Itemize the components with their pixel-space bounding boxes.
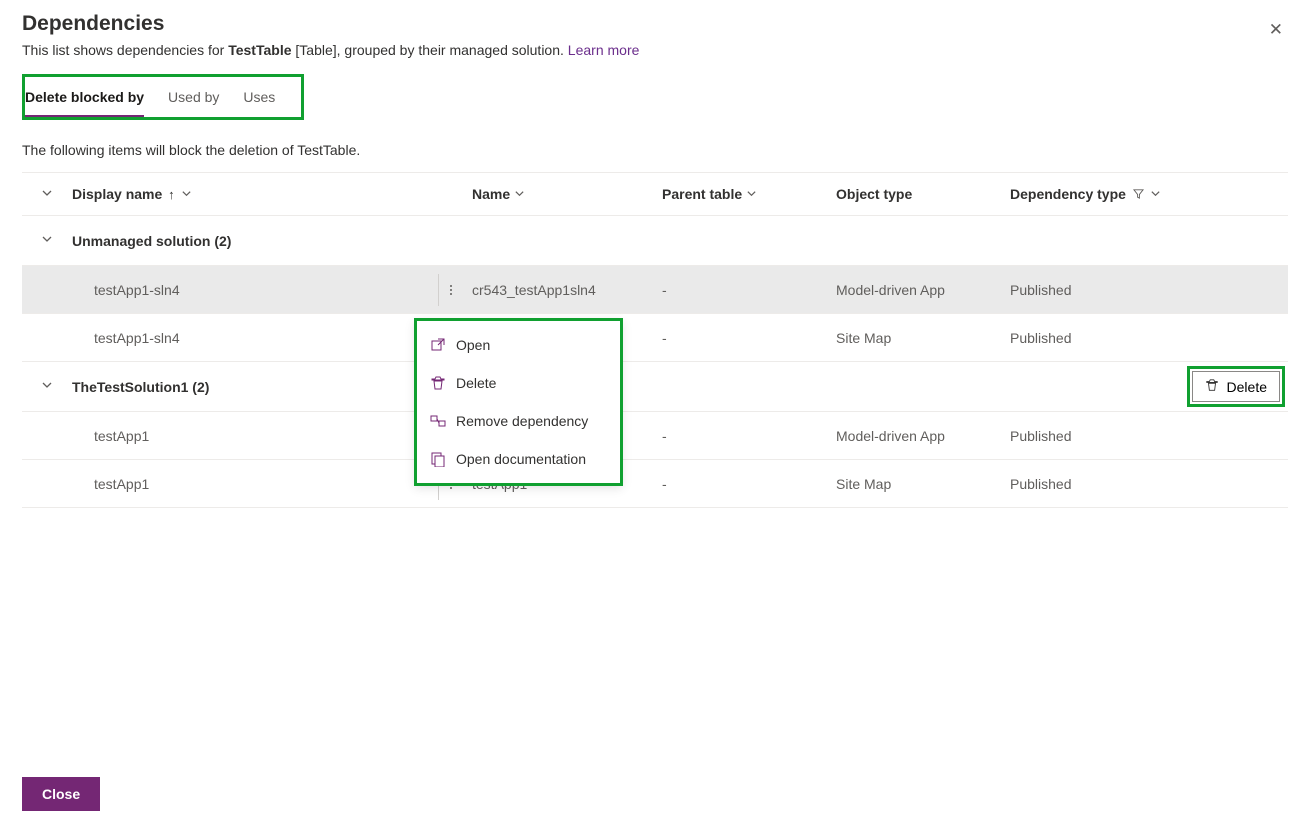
- table-row[interactable]: testApp1-sln4 cr543_testApp1sln4 - Model…: [22, 266, 1288, 314]
- group-label-rest: TestSolution1 (2): [97, 379, 210, 395]
- row-display-name: testApp1-sln4: [94, 282, 180, 298]
- row-deptype: Published: [1010, 330, 1190, 346]
- group-label-prefix: The: [72, 379, 97, 395]
- col-display-name-label: Display name: [72, 186, 162, 202]
- trash-icon: [1205, 378, 1219, 395]
- subtitle-type: [Table], grouped by their managed soluti…: [292, 42, 568, 58]
- ctx-delete[interactable]: Delete: [416, 364, 621, 402]
- tab-delete-blocked-by[interactable]: Delete blocked by: [25, 83, 156, 113]
- tab-uses[interactable]: Uses: [231, 83, 287, 113]
- ctx-remove-label: Remove dependency: [456, 413, 588, 429]
- expand-all-chevron-icon[interactable]: [41, 187, 53, 202]
- group-delete-button[interactable]: Delete: [1192, 371, 1280, 402]
- row-objtype: Site Map: [836, 476, 1010, 492]
- group-label: Unmanaged solution (2): [72, 233, 231, 249]
- row-more-button[interactable]: [438, 274, 462, 306]
- close-button[interactable]: Close: [22, 777, 100, 811]
- col-header-display-name[interactable]: Display name ↑: [72, 186, 472, 202]
- trash-icon: [430, 375, 446, 391]
- row-display-name: testApp1: [94, 428, 149, 444]
- ctx-delete-label: Delete: [456, 375, 496, 391]
- col-display-chevron-icon[interactable]: [181, 188, 192, 202]
- row-parent: -: [662, 476, 836, 492]
- group-delete-label: Delete: [1227, 379, 1267, 395]
- col-deptype-chevron-icon[interactable]: [1150, 188, 1161, 202]
- row-display-name: testApp1: [94, 476, 149, 492]
- group-chevron-icon[interactable]: [41, 379, 53, 394]
- row-name: cr543_testApp1sln4: [472, 282, 662, 298]
- row-objtype: Model-driven App: [836, 282, 1010, 298]
- sort-asc-icon: ↑: [168, 187, 175, 202]
- group-row-testsolution[interactable]: TheTestSolution1 (2) Delete: [22, 362, 1288, 412]
- row-context-menu: Open Delete Remove dependency Open docum…: [415, 319, 622, 485]
- row-deptype: Published: [1010, 282, 1190, 298]
- ctx-open-documentation[interactable]: Open documentation: [416, 440, 621, 478]
- table-row[interactable]: testApp1 testApp1 - Site Map Published: [22, 460, 1288, 508]
- table-header-row: Display name ↑ Name Parent table Object …: [22, 172, 1288, 216]
- col-deptype-label: Dependency type: [1010, 186, 1126, 202]
- row-parent: -: [662, 330, 836, 346]
- ctx-docs-label: Open documentation: [456, 451, 586, 467]
- tabs-highlight-box: Delete blocked by Used by Uses: [22, 74, 304, 120]
- table-row[interactable]: testApp1-sln4 - Site Map Published: [22, 314, 1288, 362]
- col-parent-label: Parent table: [662, 186, 742, 202]
- row-objtype: Model-driven App: [836, 428, 1010, 444]
- subtitle-prefix: This list shows dependencies for: [22, 42, 228, 58]
- unlink-icon: [430, 413, 446, 429]
- page-title: Dependencies: [22, 12, 639, 36]
- ctx-open[interactable]: Open: [416, 326, 621, 364]
- row-parent: -: [662, 428, 836, 444]
- close-icon[interactable]: ✕: [1265, 16, 1287, 44]
- ctx-remove-dependency[interactable]: Remove dependency: [416, 402, 621, 440]
- subtitle-entity: TestTable: [228, 42, 291, 58]
- open-icon: [430, 337, 446, 353]
- learn-more-link[interactable]: Learn more: [568, 42, 640, 58]
- col-name-label: Name: [472, 186, 510, 202]
- col-header-dependency-type[interactable]: Dependency type: [1010, 186, 1190, 202]
- col-parent-chevron-icon[interactable]: [746, 188, 757, 202]
- tab-used-by[interactable]: Used by: [156, 83, 231, 113]
- table-row[interactable]: testApp1 - Model-driven App Published: [22, 412, 1288, 460]
- tab-description: The following items will block the delet…: [22, 142, 1283, 158]
- ctx-open-label: Open: [456, 337, 490, 353]
- page-subtitle: This list shows dependencies for TestTab…: [22, 42, 639, 58]
- filter-icon[interactable]: [1133, 188, 1147, 202]
- row-deptype: Published: [1010, 428, 1190, 444]
- row-display-name: testApp1-sln4: [94, 330, 180, 346]
- row-deptype: Published: [1010, 476, 1190, 492]
- more-vertical-icon: [450, 285, 452, 295]
- col-header-parent-table[interactable]: Parent table: [662, 186, 836, 202]
- documentation-icon: [430, 451, 446, 467]
- group-row-unmanaged[interactable]: Unmanaged solution (2): [22, 216, 1288, 266]
- row-parent: -: [662, 282, 836, 298]
- col-header-name[interactable]: Name: [472, 186, 662, 202]
- col-objtype-label: Object type: [836, 186, 912, 202]
- group-chevron-icon[interactable]: [41, 233, 53, 248]
- col-name-chevron-icon[interactable]: [514, 188, 525, 202]
- row-objtype: Site Map: [836, 330, 1010, 346]
- col-header-object-type[interactable]: Object type: [836, 186, 1010, 202]
- group-label: TheTestSolution1 (2): [72, 379, 209, 395]
- dependencies-table: Display name ↑ Name Parent table Object …: [22, 172, 1288, 508]
